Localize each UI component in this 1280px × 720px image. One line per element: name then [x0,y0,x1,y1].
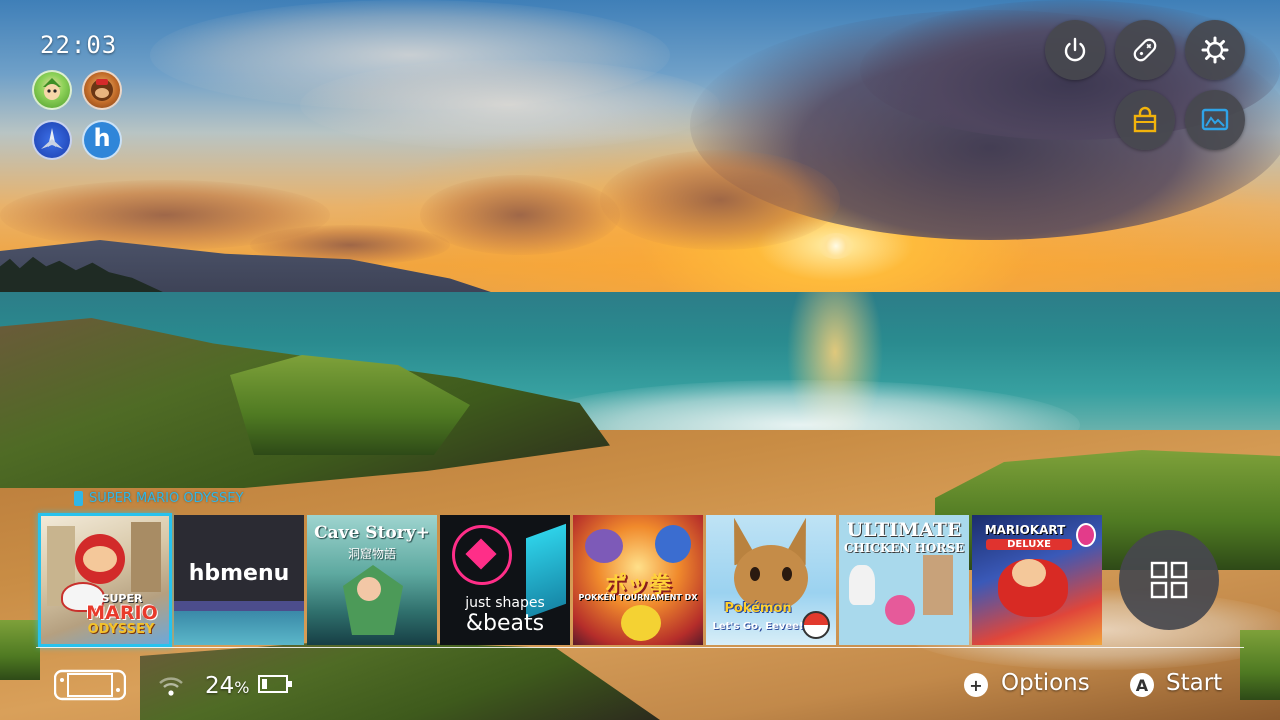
tile-title-line: hbmenu [188,561,290,586]
shopping-bag-icon [1133,106,1157,133]
a-button-icon: A [1130,673,1154,697]
tile-title-line: POKKÉN TOURNAMENT DX [578,593,698,602]
album-button[interactable] [1185,90,1245,150]
console-icon [54,669,126,701]
wallpaper-moss [0,620,40,680]
clock: 22:03 [40,31,118,59]
tile-art-logo-8 [1076,523,1096,547]
game-tile-mario-kart-8-deluxe[interactable]: MARIOKART DELUXE [972,515,1102,645]
tile-art-face [357,577,381,601]
options-label: Options [1001,670,1090,696]
eshop-button[interactable] [1115,90,1175,150]
tile-title-line: &beats [465,611,545,636]
tile-art-pikachu [621,605,661,641]
game-tile-pokken-tournament-dx[interactable]: ポッ拳 POKKÉN TOURNAMENT DX [573,515,703,645]
battery-fill [262,679,267,689]
tile-title-line: Pokémon [724,601,792,616]
tile-title-line: MARIOKART [984,523,1066,537]
wallpaper-sun [818,233,854,259]
tile-art-chicken [849,565,875,605]
wallpaper-cloud [300,60,720,150]
all-software-button[interactable] [1119,530,1219,630]
wallpaper-cloud [420,175,620,255]
bottom-divider [36,647,1244,648]
wallpaper-cloud [600,150,840,250]
user-avatar-2[interactable] [82,70,122,110]
user-avatar-letter: h [93,124,111,152]
start-label: Start [1166,670,1223,696]
game-tile-hbmenu[interactable]: hbmenu [174,515,304,645]
system-settings-button[interactable] [1185,20,1245,80]
game-tile-super-mario-odyssey[interactable]: SUPER MARIO ODYSSEY [38,513,172,647]
tile-title-line: ULTIMATE [846,519,962,541]
tile-art-mario-face [1012,559,1046,587]
battery-tip [288,681,292,687]
battery-icon [258,675,292,693]
game-tile-ultimate-chicken-horse[interactable]: ULTIMATE CHICKEN HORSE [839,515,969,645]
tile-art-building [131,522,161,592]
plus-button-icon: + [964,673,988,697]
user-avatar-4[interactable]: h [82,120,122,160]
tile-art-band [174,601,304,611]
tile-title-line: ODYSSEY [87,622,155,637]
power-button[interactable] [1045,20,1105,80]
wifi-icon [159,677,183,696]
selected-game-title: SUPER MARIO ODYSSEY [74,491,243,506]
game-tile-pokemon-lets-go-eevee[interactable]: Pokémon Let's Go, Eevee! [706,515,836,645]
user-avatar-3[interactable] [32,120,72,160]
grid-icon [1150,561,1188,599]
tile-title-line: Let's Go, Eevee! [712,621,804,632]
battery-percent-unit: % [234,678,250,697]
game-tile-just-shapes-beats[interactable]: just shapes &beats [440,515,570,645]
tile-art-character [585,529,623,563]
power-icon [1064,37,1086,62]
tile-title-line: just shapes [465,595,545,611]
tile-art-eye [750,567,760,581]
tile-title-line: Cave Story+ [314,523,430,543]
donkey-kong-avatar-icon [91,79,113,101]
controller-icon [1133,38,1157,62]
tile-title-line: CHICKEN HORSE [843,541,965,555]
battery-percent: 24% [205,673,249,699]
tile-title-line: 洞窟物語 [347,547,396,561]
link-avatar-icon [43,78,61,100]
tile-art-prop [885,595,915,625]
battery-percent-value: 24 [205,673,235,699]
tile-art-band [174,611,304,645]
pokeball-icon [802,611,830,639]
wallpaper-moss [1240,630,1280,700]
arwing-avatar-icon [41,128,63,149]
tile-art-mario-face [83,546,117,572]
tile-title-line: MARIO [86,602,158,624]
tile-title-line: DELUXE [986,539,1072,550]
tile-art-horse [923,555,953,615]
game-card-icon [74,491,83,506]
user-avatar-1[interactable] [32,70,72,110]
game-tile-cave-story[interactable]: Cave Story+ 洞窟物語 [307,515,437,645]
selected-game-title-text: SUPER MARIO ODYSSEY [89,491,244,506]
gear-icon [1201,36,1229,64]
album-icon [1201,108,1229,131]
tile-art-eye [782,567,792,581]
tile-art-character [655,525,691,563]
controllers-button[interactable] [1115,20,1175,80]
